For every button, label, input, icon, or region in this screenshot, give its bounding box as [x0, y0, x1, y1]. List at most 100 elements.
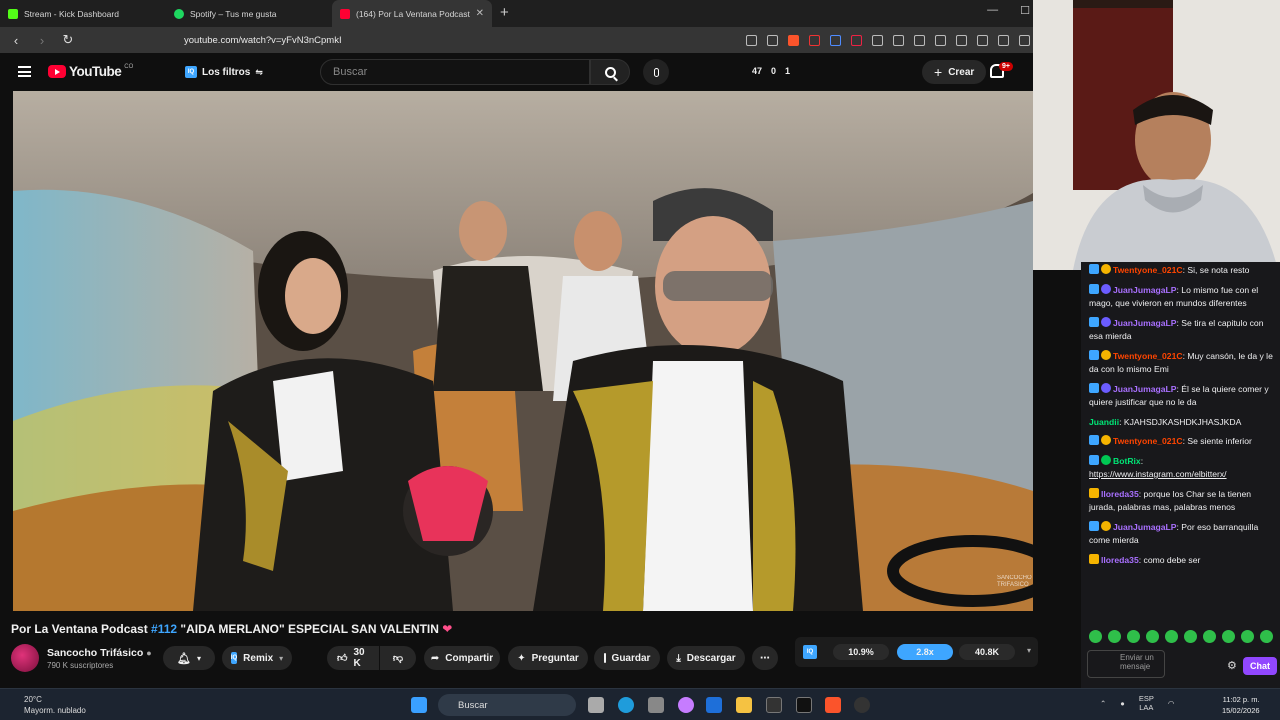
minimize-button[interactable]: — [987, 4, 998, 17]
taskbar-search[interactable]: Buscar [438, 694, 576, 716]
like-button[interactable]: 👍︎ 30 K [327, 646, 379, 670]
video-title: Por La Ventana Podcast #112 "AIDA MERLAN… [11, 622, 452, 636]
menu-icon[interactable] [1019, 34, 1030, 46]
chat-input[interactable]: Enviar un mensaje [1087, 650, 1165, 678]
edge-icon[interactable] [618, 697, 634, 713]
voice-search-button[interactable] [643, 59, 669, 85]
obs-icon[interactable] [854, 697, 870, 713]
extension-icon[interactable] [914, 34, 925, 46]
share-icon[interactable] [767, 34, 778, 46]
chat-username[interactable]: lloreda35 [1101, 489, 1139, 499]
verified-icon: ● [146, 647, 152, 658]
extension-icon[interactable] [872, 34, 883, 46]
video-player[interactable]: SANCOCHO TRIFASICO [13, 91, 1033, 611]
brave-icon[interactable] [825, 697, 841, 713]
emote-icon[interactable] [1108, 630, 1121, 643]
emote-icon[interactable] [1222, 630, 1235, 643]
ask-button[interactable]: ✦ Preguntar [508, 646, 588, 670]
clock[interactable]: 11:02 p. m. 15/02/2026 [1222, 694, 1260, 716]
close-tab-icon[interactable]: ✕ [476, 8, 484, 19]
chevron-down-icon[interactable]: ▾ [1027, 646, 1031, 655]
search-input[interactable]: Buscar [320, 59, 590, 85]
settings-icon[interactable]: ⚙ [1227, 659, 1237, 672]
channel-avatar[interactable] [11, 644, 39, 672]
extension-icon[interactable] [830, 34, 841, 46]
channel-name[interactable]: Sancocho Trifásico ● [47, 647, 152, 659]
new-tab-button[interactable]: + [500, 4, 509, 21]
emote-icon[interactable] [1260, 630, 1273, 643]
chat-username[interactable]: JuanJumagaLP [1113, 522, 1177, 532]
tab-youtube[interactable]: (164) Por La Ventana Podcast ✕ [332, 0, 492, 27]
file-explorer-icon[interactable] [736, 697, 752, 713]
chat-username[interactable]: JuanJumagaLP [1113, 384, 1177, 394]
store-icon[interactable] [706, 697, 722, 713]
menu-icon[interactable] [18, 66, 31, 77]
tab-title: (164) Por La Ventana Podcast [356, 8, 470, 19]
maximize-button[interactable]: ☐ [1020, 4, 1030, 17]
title-hashtag[interactable]: #112 [151, 622, 177, 636]
save-button[interactable]: Guardar [594, 646, 660, 670]
rewards-icon[interactable] [809, 34, 820, 46]
youtube-logo[interactable]: YouTube CO [48, 64, 133, 79]
language-indicator[interactable]: ESP LAA [1139, 694, 1154, 712]
sidebar-icon[interactable] [977, 34, 988, 46]
copilot-icon[interactable] [678, 697, 694, 713]
download-button[interactable]: ⤓ Descargar [667, 646, 745, 670]
chat-username[interactable]: Twentyone_021C [1113, 265, 1183, 275]
app-icon[interactable] [648, 697, 664, 713]
emote-icon[interactable] [1127, 630, 1140, 643]
dislike-button[interactable]: 👎︎ [380, 646, 416, 670]
emote-icon[interactable] [1203, 630, 1216, 643]
badge-icon [1101, 264, 1111, 274]
create-button[interactable]: + Crear [922, 60, 987, 84]
remix-label: Remix [243, 652, 274, 664]
emote-icon[interactable] [1089, 630, 1102, 643]
terminal-icon[interactable] [766, 697, 782, 713]
chat-username[interactable]: JuanJumagaLP [1113, 285, 1177, 295]
chat-link[interactable]: https://www.instagram.com/elbitterx/ [1089, 469, 1227, 479]
more-actions-button[interactable]: ⋯ [752, 646, 778, 670]
music-icon[interactable] [956, 34, 967, 46]
extension-stats[interactable]: 47 0 1 [752, 66, 790, 76]
filters-button[interactable]: IQ Los filtros ⇋ [185, 62, 263, 82]
task-view-icon[interactable] [588, 697, 604, 713]
emote-icon[interactable] [1165, 630, 1178, 643]
wallet-icon[interactable] [998, 34, 1009, 46]
url-field[interactable]: youtube.com/watch?v=yFvN3nCpmkI [184, 35, 732, 46]
ratio-a: 10.9% [833, 644, 889, 660]
extension-icon[interactable] [746, 34, 757, 46]
forward-icon[interactable]: › [36, 33, 48, 48]
chat-username[interactable]: lloreda35 [1101, 555, 1139, 565]
badge-icon [1089, 454, 1099, 465]
brave-shield-icon[interactable] [788, 34, 799, 46]
back-icon[interactable]: ‹ [10, 33, 22, 48]
chat-username[interactable]: Juandii [1089, 417, 1119, 427]
emote-icon[interactable] [1184, 630, 1197, 643]
chevron-up-icon[interactable]: ⌃ [1100, 699, 1106, 708]
weather-temp: 20°C [24, 695, 42, 704]
wifi-icon[interactable]: ◠ [1168, 699, 1175, 708]
notification-badge: 9+ [999, 62, 1013, 71]
mic-icon[interactable]: ● [1120, 699, 1125, 708]
weather-widget[interactable]: 20°C Mayorm. nublado [24, 694, 86, 716]
emote-icon[interactable] [1146, 630, 1159, 643]
search-button[interactable] [590, 59, 630, 85]
extension-icon[interactable] [935, 34, 946, 46]
subscribe-bell-button[interactable]: 🔔︎ ▾ [163, 646, 215, 670]
tab-kick[interactable]: Stream - Kick Dashboard [0, 0, 166, 27]
extension-icon[interactable] [893, 34, 904, 46]
chat-username[interactable]: JuanJumagaLP [1113, 318, 1177, 328]
chat-username[interactable]: Twentyone_021C [1113, 436, 1183, 446]
remix-button[interactable]: IQ Remix ▾ [222, 646, 292, 670]
app-icon[interactable] [796, 697, 812, 713]
windows-start-icon[interactable] [411, 697, 427, 713]
emote-icon[interactable] [1241, 630, 1254, 643]
like-count: 30 K [353, 647, 365, 669]
extension-icon[interactable] [851, 34, 862, 46]
reload-icon[interactable]: ↻ [62, 32, 74, 48]
share-button[interactable]: ➦ Compartir [424, 646, 500, 670]
chat-username[interactable]: BotRix [1113, 456, 1141, 466]
chat-send-button[interactable]: Chat [1243, 657, 1277, 675]
tab-spotify[interactable]: Spotify – Tus me gusta [166, 0, 332, 27]
chat-username[interactable]: Twentyone_021C [1113, 351, 1183, 361]
